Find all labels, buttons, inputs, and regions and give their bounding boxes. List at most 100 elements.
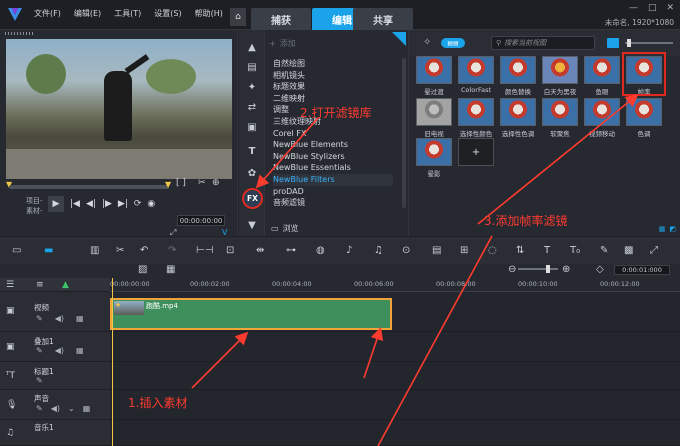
redo-icon[interactable]: ↷ xyxy=(168,245,176,256)
title-icon[interactable]: T xyxy=(243,144,261,158)
timeline-ruler[interactable]: 00:00:00:00 00:00:02:00 00:00:04:00 00:0… xyxy=(110,278,680,292)
category-item[interactable]: NewBlue Stylizers xyxy=(273,151,393,163)
filter-thumbnail[interactable]: 白天为黑夜 xyxy=(542,56,578,98)
filter-thumbnail[interactable]: 颜色替换 xyxy=(500,56,536,98)
volume-icon[interactable]: ◉ xyxy=(147,199,155,209)
play-button[interactable]: ▶ xyxy=(48,196,64,212)
zoom-timecode[interactable]: 0:00:01:000 xyxy=(614,265,670,275)
browse-button[interactable]: ▭ 浏览 xyxy=(271,223,299,234)
chevron-down-icon[interactable]: ⌄ xyxy=(68,404,75,413)
mute-icon[interactable]: ◀) xyxy=(55,346,64,355)
template-icon[interactable]: ▣ xyxy=(243,120,261,134)
media-icon[interactable]: ▤ xyxy=(243,60,261,74)
fullscreen-icon[interactable]: ⤢ xyxy=(170,228,176,238)
auto-music-icon[interactable]: ♫ xyxy=(374,245,383,256)
fit-timeline-icon[interactable]: ⤢ xyxy=(650,245,658,256)
track-manager-icon[interactable]: ▥ xyxy=(90,245,99,256)
title-track-header[interactable]: ᵀT 标题1 ✎ xyxy=(0,362,110,390)
menu-tools[interactable]: 工具(T) xyxy=(114,8,141,19)
ripple-icon[interactable]: ⊶ xyxy=(286,245,296,256)
edit-track-icon[interactable]: ✎ xyxy=(36,404,43,413)
next-frame-icon[interactable]: |▶ xyxy=(102,199,112,209)
zoom-in-icon[interactable]: ⊕ xyxy=(562,264,570,275)
category-item[interactable]: 相机镜头 xyxy=(273,70,393,82)
fit-icon[interactable]: ⊡ xyxy=(226,245,234,256)
filter-thumbnail[interactable]: ColorFast xyxy=(458,56,494,98)
video-clip[interactable]: ★ 跑酷.mp4 xyxy=(110,298,392,330)
timeline-zoom-slider[interactable] xyxy=(518,268,558,270)
menu-file[interactable]: 文件(F) xyxy=(34,8,61,19)
tab-share[interactable]: 共享 xyxy=(353,8,413,30)
timeline-zoom-knob[interactable] xyxy=(546,265,550,273)
category-item-selected[interactable]: NewBlue Filters xyxy=(273,173,393,186)
category-item[interactable]: 二维映射 xyxy=(273,93,393,105)
tab-capture[interactable]: 捕获 xyxy=(251,8,311,30)
zoom-out-icon[interactable]: ⊖ xyxy=(508,264,516,275)
thumbnail-size-slider[interactable] xyxy=(625,42,673,44)
add-row[interactable]: + 添加 xyxy=(269,38,296,49)
edit-track-icon[interactable]: ✎ xyxy=(36,314,43,323)
maximize-icon[interactable]: □ xyxy=(648,3,657,13)
timeline-view-icon[interactable]: ▬ xyxy=(44,245,53,256)
repeat-icon[interactable]: ⟳ xyxy=(134,199,142,209)
track-list-icon[interactable]: ☰ xyxy=(6,280,14,290)
thumbnail-view-button[interactable] xyxy=(607,38,619,48)
filter-thumbnail[interactable]: 选择性色调 xyxy=(500,98,536,140)
menu-settings[interactable]: 设置(S) xyxy=(154,8,181,19)
category-item[interactable]: NewBlue Elements xyxy=(273,139,393,151)
video-track-header[interactable]: ▣ 视频 ✎ ◀) ▦ xyxy=(0,292,110,332)
category-item[interactable]: NewBlue Essentials xyxy=(273,162,393,174)
record-icon[interactable]: ◍ xyxy=(316,245,325,256)
preview-timecode[interactable]: 00:00:00:00 xyxy=(177,215,225,226)
menu-help[interactable]: 帮助(H) xyxy=(195,8,223,19)
add-filter-thumbnail[interactable]: + xyxy=(458,138,494,180)
home-tab[interactable]: ⌂ xyxy=(230,8,246,26)
overlay-track-lane[interactable] xyxy=(110,332,680,362)
category-scrollbar[interactable] xyxy=(402,58,406,208)
move-icon[interactable]: ⇹ xyxy=(256,245,264,256)
filter-thumbnail[interactable]: 晕影 xyxy=(416,138,452,180)
edit-track-icon[interactable]: ✎ xyxy=(36,376,43,385)
mosaic-icon[interactable]: ▩ xyxy=(624,245,633,256)
mark-in-bracket-icon[interactable]: [ ] xyxy=(176,178,186,188)
filter-thumbnail[interactable]: 旧电视 xyxy=(416,98,452,140)
motion-tracking-icon[interactable]: ⊙ xyxy=(402,245,410,256)
overlay-track-header[interactable]: ▣ 叠加1 ✎ ◀) ▦ xyxy=(0,332,110,362)
edit-icon[interactable]: ✎ xyxy=(600,245,608,256)
zoom-preview-icon[interactable]: ⊕ xyxy=(212,178,220,188)
category-item[interactable]: proDAD xyxy=(273,186,393,198)
menu-edit[interactable]: 编辑(E) xyxy=(74,8,101,19)
music-track-lane[interactable] xyxy=(110,420,680,446)
transition-icon[interactable]: ⇄ xyxy=(243,100,261,114)
music-track-header[interactable]: ♫ 音乐1 xyxy=(0,420,110,446)
filter-thumbnail[interactable]: 鱼眼 xyxy=(584,56,620,98)
trim-icon[interactable]: ⊢⊣ xyxy=(196,245,213,256)
title-track-lane[interactable] xyxy=(110,362,680,390)
minimize-icon[interactable]: — xyxy=(629,3,638,13)
split-icon[interactable]: ✂ xyxy=(198,178,206,188)
subtitle-icon[interactable]: ▤ xyxy=(432,245,441,256)
instant-project-icon[interactable]: ✦ xyxy=(243,80,261,94)
options-icon[interactable]: ▦ xyxy=(659,225,666,233)
storyboard-view-icon[interactable]: ▭ xyxy=(12,245,21,256)
grid-icon[interactable]: ▦ xyxy=(76,346,84,355)
speed-icon[interactable]: ⇅ xyxy=(516,245,524,256)
voice-track-lane[interactable] xyxy=(110,390,680,420)
filter-thumbnail[interactable]: 软聚焦 xyxy=(542,98,578,140)
category-item[interactable]: Corel FX xyxy=(273,128,393,140)
filter-thumbnail[interactable]: 视频移动 xyxy=(584,98,620,140)
edit-track-icon[interactable]: ✎ xyxy=(36,346,43,355)
gif-icon[interactable]: ▦ xyxy=(166,264,175,275)
fx-filter-button[interactable]: FX xyxy=(242,188,263,209)
tools-icon[interactable]: ✂ xyxy=(116,245,124,256)
grid-icon[interactable]: ▦ xyxy=(76,314,84,323)
track-options-icon[interactable]: ≡ xyxy=(36,280,44,290)
thumbnail-size-knob[interactable] xyxy=(627,39,631,47)
undo-icon[interactable]: ↶ xyxy=(140,245,148,256)
add-track-icon[interactable]: ▲ xyxy=(62,280,69,290)
graphics-icon[interactable]: ✿ xyxy=(243,166,261,180)
project-mode-label[interactable]: 项目- xyxy=(26,196,43,206)
category-item[interactable]: 自然绘图 xyxy=(273,58,393,70)
playhead[interactable] xyxy=(112,278,113,446)
title-track-icon[interactable]: T₀ xyxy=(570,245,580,256)
